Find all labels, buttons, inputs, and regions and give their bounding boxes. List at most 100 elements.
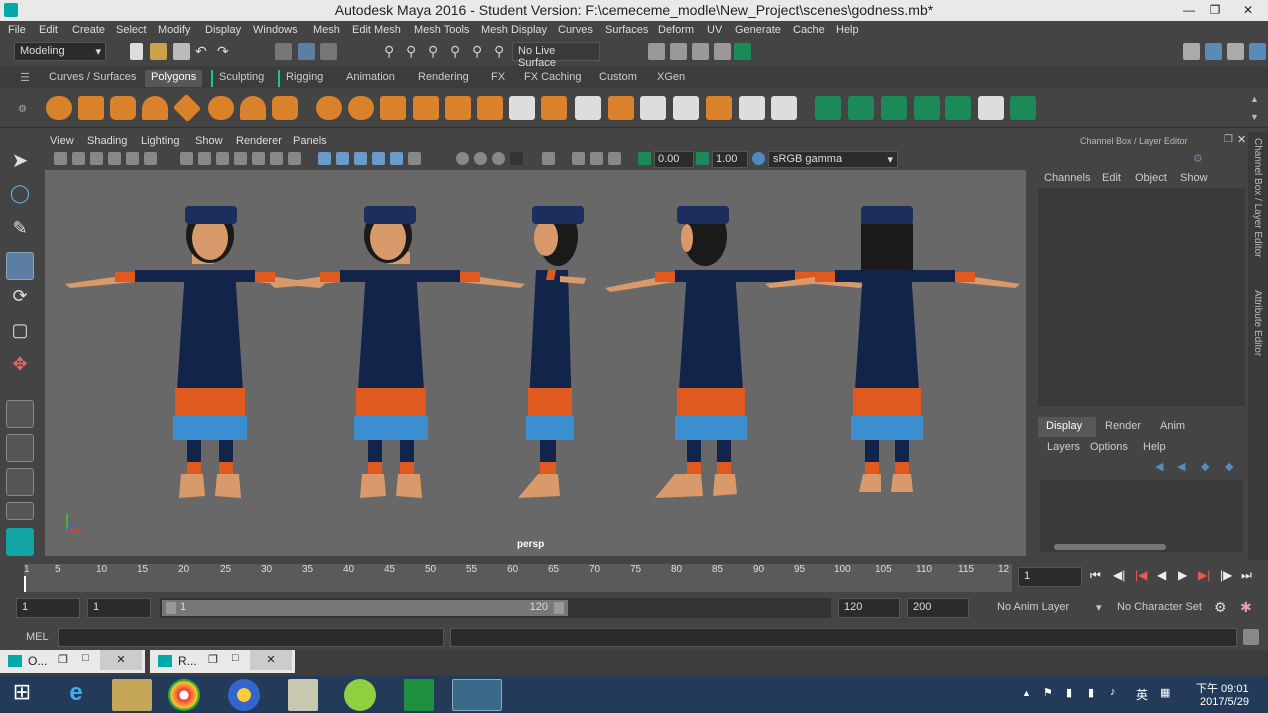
shelf-scroll-down-icon[interactable]: ▼ — [1250, 112, 1259, 122]
channel-list[interactable] — [1038, 188, 1245, 406]
select-component-icon[interactable] — [320, 43, 337, 60]
side-tab-attribute-editor[interactable]: Attribute Editor — [1252, 290, 1263, 356]
channel-menu-channels[interactable]: Channels — [1044, 172, 1090, 184]
signal-icon[interactable]: ▮ — [1088, 686, 1094, 699]
shelf-menu-icon[interactable]: ☰ — [20, 71, 30, 84]
separate-icon[interactable] — [348, 96, 374, 120]
color-management-icon[interactable] — [752, 152, 765, 165]
menu-mesh[interactable]: Mesh — [313, 24, 340, 36]
poly-cone-icon[interactable] — [142, 96, 168, 120]
maximize-icon[interactable]: □ — [232, 652, 239, 664]
menu-generate[interactable]: Generate — [735, 24, 781, 36]
menu-file[interactable]: File — [8, 24, 26, 36]
ime-indicator[interactable]: 英 — [1136, 686, 1148, 703]
side-tab-channel-box[interactable]: Channel Box / Layer Editor — [1252, 138, 1263, 258]
textured-icon[interactable] — [372, 152, 385, 165]
step-forward-key-icon[interactable]: ▶| — [1198, 568, 1210, 582]
scale-tool-icon[interactable]: ▢ — [6, 320, 34, 348]
minimized-window-outliner[interactable]: O... ❐ □ ✕ — [0, 650, 145, 673]
channel-menu-edit[interactable]: Edit — [1102, 172, 1121, 184]
shelf-scroll-up-icon[interactable]: ▲ — [1250, 94, 1259, 104]
tab-fx-caching[interactable]: FX Caching — [518, 70, 587, 87]
menu-mesh-display[interactable]: Mesh Display — [481, 24, 547, 36]
bevel-icon[interactable] — [541, 96, 567, 120]
menu-display[interactable]: Display — [205, 24, 241, 36]
time-ruler[interactable]: 1 5 10 15 20 25 30 35 40 45 50 55 60 65 … — [24, 564, 1012, 592]
hypershade-icon[interactable] — [734, 43, 751, 60]
range-slider-bar[interactable]: 1 120 — [162, 600, 568, 616]
playback-start-field[interactable]: 1 — [87, 598, 151, 618]
layer-menu-layers[interactable]: Layers — [1047, 441, 1080, 453]
chrome-icon[interactable] — [168, 679, 200, 711]
xray-active-icon[interactable] — [590, 152, 603, 165]
range-handle-end[interactable] — [554, 602, 564, 614]
character-set-label[interactable]: No Character Set — [1117, 601, 1202, 613]
tab-display[interactable]: Display — [1038, 417, 1096, 437]
boolean-icon[interactable] — [445, 96, 471, 120]
animation-preferences-icon[interactable]: ✱ — [1240, 599, 1252, 616]
panel-menu-lighting[interactable]: Lighting — [141, 135, 180, 147]
poly-pipe-icon[interactable] — [272, 96, 298, 120]
excel-icon[interactable] — [404, 679, 434, 711]
isolate-select-icon[interactable] — [542, 152, 555, 165]
move-layer-up-icon[interactable]: ◀ — [1155, 460, 1163, 473]
notepad-icon[interactable] — [288, 679, 318, 711]
two-d-pan-zoom-icon[interactable] — [126, 152, 139, 165]
new-layer-icon[interactable]: ◆ — [1201, 460, 1209, 473]
close-icon[interactable]: ✕ — [250, 650, 292, 670]
layer-menu-options[interactable]: Options — [1090, 441, 1128, 453]
camera-attributes-icon[interactable] — [72, 152, 85, 165]
shelf-options-icon[interactable]: ⚙ — [18, 104, 27, 115]
playback-end-field[interactable]: 120 — [838, 598, 900, 618]
ball-app-icon[interactable] — [344, 679, 376, 711]
persp-outliner-layout-icon[interactable] — [6, 468, 34, 496]
clock-time[interactable]: 下午 09:01 — [1196, 680, 1249, 696]
menu-windows[interactable]: Windows — [253, 24, 298, 36]
undo-icon[interactable]: ↶ — [195, 43, 212, 60]
close-button[interactable]: ✕ — [1228, 0, 1268, 21]
restore-icon[interactable]: ❐ — [58, 653, 68, 666]
menu-mesh-tools[interactable]: Mesh Tools — [414, 24, 469, 36]
tab-custom[interactable]: Custom — [593, 70, 643, 87]
checker-icon[interactable] — [978, 96, 1004, 120]
extrude-icon[interactable] — [477, 96, 503, 120]
snap-point-icon[interactable]: ⚲ — [428, 43, 445, 60]
tab-anim[interactable]: Anim — [1152, 417, 1202, 437]
exposure-icon[interactable] — [638, 152, 651, 165]
depth-of-field-icon[interactable] — [510, 152, 523, 165]
gamma-field[interactable]: 1.00 — [712, 151, 748, 168]
play-backwards-icon[interactable]: ◀ — [1157, 568, 1166, 582]
tab-render[interactable]: Render — [1097, 417, 1151, 437]
target-weld-icon[interactable] — [706, 96, 732, 120]
file-explorer-icon[interactable] — [112, 679, 152, 711]
planar-map-icon[interactable] — [815, 96, 841, 120]
resolution-gate-icon[interactable] — [216, 152, 229, 165]
bridge-icon[interactable] — [509, 96, 535, 120]
command-input[interactable] — [58, 628, 444, 647]
end-time-field[interactable]: 200 — [907, 598, 969, 618]
colorspace-dropdown[interactable]: sRGB gamma ▾ — [768, 151, 898, 168]
render-view-icon[interactable] — [648, 43, 665, 60]
select-hierarchy-icon[interactable] — [275, 43, 292, 60]
render-settings-icon[interactable] — [714, 43, 731, 60]
multisample-aa-icon[interactable] — [492, 152, 505, 165]
smooth-icon[interactable] — [413, 96, 439, 120]
grid-icon[interactable] — [180, 152, 193, 165]
layer-list[interactable] — [1040, 480, 1243, 548]
menu-create[interactable]: Create — [72, 24, 105, 36]
close-icon[interactable]: ✕ — [100, 650, 142, 670]
menu-modify[interactable]: Modify — [158, 24, 190, 36]
tab-xgen[interactable]: XGen — [651, 70, 691, 87]
auto-key-icon[interactable]: ⚙ — [1214, 599, 1227, 616]
smooth-shade-icon[interactable] — [336, 152, 349, 165]
snap-grid-icon[interactable]: ⚲ — [384, 43, 401, 60]
menu-edit-mesh[interactable]: Edit Mesh — [352, 24, 401, 36]
menu-surfaces[interactable]: Surfaces — [605, 24, 648, 36]
four-view-layout-icon[interactable] — [6, 434, 34, 462]
poly-pyramid-icon[interactable] — [240, 96, 266, 120]
edge-loop-icon[interactable] — [673, 96, 699, 120]
move-layer-down-icon[interactable]: ◀ — [1177, 460, 1185, 473]
anim-layer-label[interactable]: No Anim Layer — [997, 601, 1069, 613]
start-time-field[interactable]: 1 — [16, 598, 80, 618]
select-object-icon[interactable] — [298, 43, 315, 60]
